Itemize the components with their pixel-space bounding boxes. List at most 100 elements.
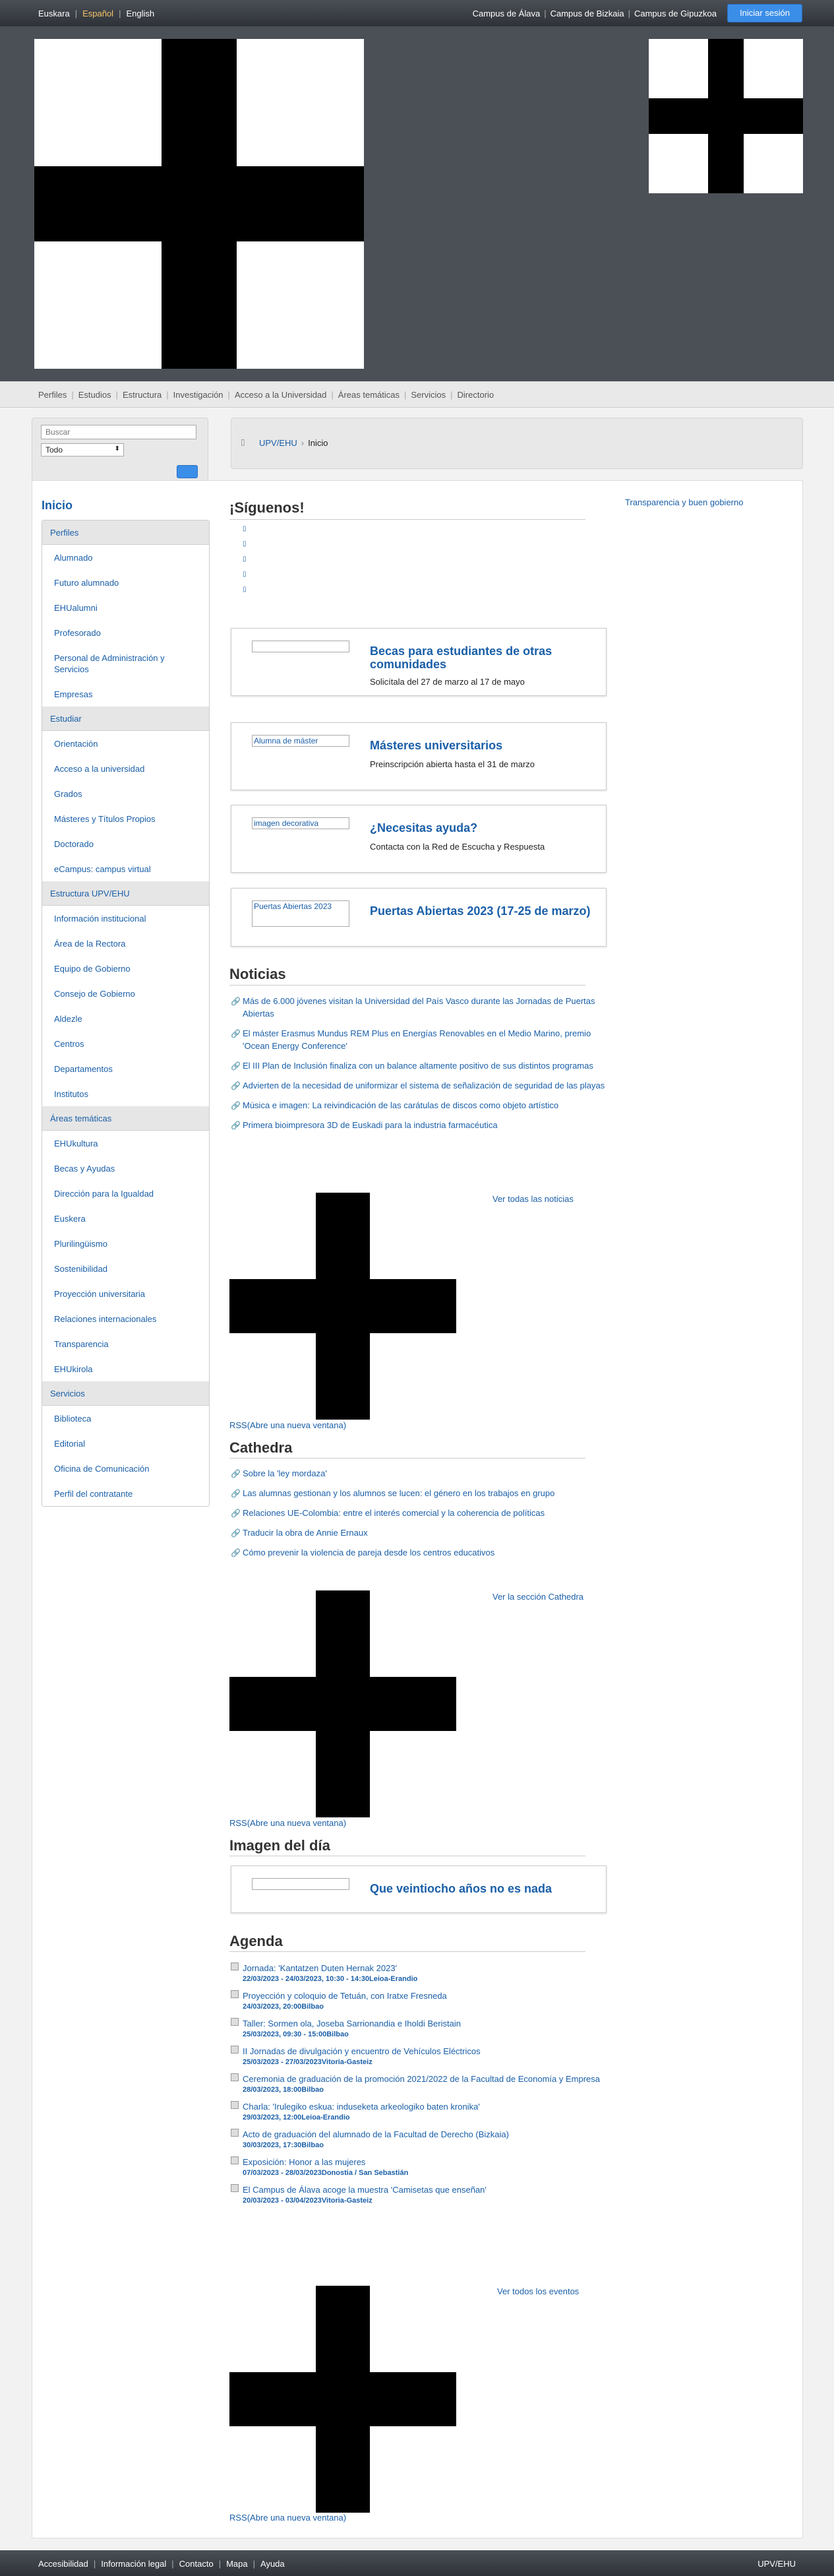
agenda-item-title[interactable]: Taller: Sormen ola, Joseba Sarrionandia … <box>243 2017 613 2030</box>
sidebar-item[interactable]: Información institucional <box>42 906 209 931</box>
agenda-item[interactable]: Ceremonia de graduación de la promoción … <box>231 2073 613 2094</box>
agenda-item[interactable]: Jornada: 'Kantatzen Duten Hernak 2023' 22… <box>231 1962 613 1984</box>
social-link-icon[interactable]: ▯ <box>243 586 247 594</box>
list-item[interactable]: 🔗 Relaciones UE-Colombia: entre el interé… <box>231 1507 613 1519</box>
sidebar-item[interactable]: Sostenibilidad <box>42 1256 209 1281</box>
sidebar-item[interactable]: Institutos <box>42 1081 209 1106</box>
menu-investigacion[interactable]: Investigación <box>173 390 223 400</box>
sidebar-item[interactable]: eCampus: campus virtual <box>42 856 209 881</box>
list-item[interactable]: 🔗 El máster Erasmus Mundus REM Plus en En… <box>231 1027 613 1052</box>
sidebar-item[interactable]: Doctorado <box>42 831 209 856</box>
sidebar-item[interactable]: Euskera <box>42 1206 209 1231</box>
footer-accesibilidad[interactable]: Accesibilidad <box>38 2559 88 2569</box>
menu-areas-tematicas[interactable]: Áreas temáticas <box>338 390 400 400</box>
menu-acceso[interactable]: Acceso a la Universidad <box>235 390 326 400</box>
sidebar-item[interactable]: Área de la Rectora <box>42 931 209 956</box>
agenda-rss-link[interactable]: RSS(Abre una nueva ventana) <box>229 2513 346 2523</box>
list-item[interactable]: 🔗 Primera bioimpresora 3D de Euskadi para… <box>231 1119 613 1131</box>
cathedra-rss-link[interactable]: RSS(Abre una nueva ventana) <box>229 1818 346 1828</box>
menu-servicios[interactable]: Servicios <box>411 390 446 400</box>
agenda-item-title[interactable]: Jornada: 'Kantatzen Duten Hernak 2023' <box>243 1962 613 1974</box>
list-item[interactable]: 🔗 Cómo prevenir la violencia de pareja de… <box>231 1546 613 1559</box>
agenda-item-title[interactable]: Charla: 'Irulegiko eskua: induseketa ark… <box>243 2100 613 2113</box>
agenda-item-title[interactable]: Proyección y coloquio de Tetuán, con Ira… <box>243 1990 613 2002</box>
sidebar-item[interactable]: Perfil del contratante <box>42 1481 209 1506</box>
menu-perfiles[interactable]: Perfiles <box>38 390 67 400</box>
see-cathedra-link[interactable]: Ver la sección Cathedra <box>492 1592 583 1602</box>
agenda-item[interactable]: Proyección y coloquio de Tetuán, con Ira… <box>231 1990 613 2011</box>
sidebar-item[interactable]: Oficina de Comunicación <box>42 1456 209 1481</box>
promo-card-becas[interactable]: Becas para estudiantes de otras comunida… <box>231 628 607 696</box>
list-item[interactable]: 🔗 Música e imagen: La reivindicación de l… <box>231 1099 613 1112</box>
left-nav-title[interactable]: Inicio <box>42 499 73 513</box>
sidebar-item[interactable]: Alumnado <box>42 545 209 570</box>
sidebar-item[interactable]: Biblioteca <box>42 1406 209 1431</box>
agenda-image[interactable] <box>229 2286 456 2513</box>
home-icon[interactable]: ▯ <box>241 437 245 447</box>
list-item[interactable]: 🔗 Más de 6.000 jóvenes visitan la Univers… <box>231 995 613 1020</box>
nav-group-header[interactable]: Servicios <box>42 1381 209 1406</box>
footer-ayuda[interactable]: Ayuda <box>260 2559 285 2569</box>
sidebar-item[interactable]: Orientación <box>42 731 209 756</box>
transparency-link[interactable]: Transparencia y buen gobierno <box>625 497 743 507</box>
sidebar-item[interactable]: Becas y Ayudas <box>42 1156 209 1181</box>
sidebar-item[interactable]: Grados <box>42 781 209 806</box>
see-all-news-link[interactable]: Ver todas las noticias <box>492 1194 574 1204</box>
sidebar-item[interactable]: Aldezle <box>42 1006 209 1031</box>
sidebar-item[interactable]: Centros <box>42 1031 209 1056</box>
agenda-item[interactable]: II Jornadas de divulgación y encuentro d… <box>231 2045 613 2067</box>
sidebar-item[interactable]: Consejo de Gobierno <box>42 981 209 1006</box>
agenda-item[interactable]: El Campus de Álava acoge la muestra 'Cam… <box>231 2183 613 2205</box>
university-logo-image[interactable] <box>34 39 364 369</box>
card-title[interactable]: Becas para estudiantes de otras comunida… <box>370 644 594 671</box>
agenda-item[interactable]: Exposición: Honor a las mujeres 07/03/202… <box>231 2156 613 2178</box>
promo-card-ayuda[interactable]: imagen decorativa ¿Necesitas ayuda? Cont… <box>231 805 607 873</box>
agenda-item-title[interactable]: Acto de graduación del alumnado de la Fa… <box>243 2128 613 2141</box>
agenda-item-title[interactable]: El Campus de Álava acoge la muestra 'Cam… <box>243 2183 613 2196</box>
footer-informacion-legal[interactable]: Información legal <box>101 2559 166 2569</box>
social-link-icon[interactable]: ▯ <box>243 525 247 534</box>
card-title[interactable]: ¿Necesitas ayuda? <box>370 821 594 834</box>
agenda-item[interactable]: Taller: Sormen ola, Joseba Sarrionandia … <box>231 2017 613 2039</box>
sidebar-item[interactable]: Relaciones internacionales <box>42 1306 209 1331</box>
news-rss-link[interactable]: RSS(Abre una nueva ventana) <box>229 1420 346 1430</box>
login-button[interactable]: Iniciar sesión <box>727 4 802 22</box>
image-of-day-card[interactable]: Que veintiocho años no es nada <box>231 1866 607 1913</box>
nav-group-header[interactable]: Áreas temáticas <box>42 1106 209 1131</box>
nav-group-header[interactable]: Estudiar <box>42 707 209 731</box>
list-item[interactable]: 🔗 Advierten de la necesidad de uniformiza… <box>231 1079 613 1092</box>
breadcrumb-root-link[interactable]: UPV/EHU <box>259 438 297 448</box>
search-button[interactable] <box>177 465 198 478</box>
sidebar-item[interactable]: Editorial <box>42 1431 209 1456</box>
social-link-icon[interactable]: ▯ <box>243 571 247 579</box>
sidebar-item[interactable]: Másteres y Títulos Propios <box>42 806 209 831</box>
lang-espanol[interactable]: Español <box>82 9 113 18</box>
see-all-events-link[interactable]: Ver todos los eventos <box>497 2286 579 2296</box>
secondary-logo-image[interactable] <box>649 39 803 193</box>
sidebar-item[interactable]: Profesorado <box>42 620 209 645</box>
list-item[interactable]: 🔗 El III Plan de Inclusión finaliza con u… <box>231 1059 613 1072</box>
lang-english[interactable]: English <box>126 9 154 18</box>
sidebar-item[interactable]: Dirección para la Igualdad <box>42 1181 209 1206</box>
search-input[interactable] <box>41 425 196 439</box>
sidebar-item[interactable]: Equipo de Gobierno <box>42 956 209 981</box>
sidebar-item[interactable]: Personal de Administración y Servicios <box>42 645 209 681</box>
sidebar-item[interactable]: Transparencia <box>42 1331 209 1356</box>
agenda-item-title[interactable]: Exposición: Honor a las mujeres <box>243 2156 613 2168</box>
sidebar-item[interactable]: Plurilingüismo <box>42 1231 209 1256</box>
promo-card-puertas-abiertas[interactable]: Puertas Abiertas 2023 Puertas Abiertas 2… <box>231 888 607 947</box>
list-item[interactable]: 🔗 Las alumnas gestionan y los alumnos se … <box>231 1487 613 1499</box>
campus-alava-link[interactable]: Campus de Álava <box>473 9 541 18</box>
agenda-item-title[interactable]: II Jornadas de divulgación y encuentro d… <box>243 2045 613 2058</box>
card-title[interactable]: Puertas Abiertas 2023 (17-25 de marzo) <box>370 904 594 918</box>
nav-group-header[interactable]: Perfiles <box>42 520 209 545</box>
lang-euskara[interactable]: Euskara <box>38 9 70 18</box>
list-item[interactable]: 🔗 Traducir la obra de Annie Ernaux <box>231 1526 613 1539</box>
sidebar-item[interactable]: EHUkirola <box>42 1356 209 1381</box>
list-item[interactable]: 🔗 Sobre la 'ley mordaza' <box>231 1467 613 1480</box>
sidebar-item[interactable]: Departamentos <box>42 1056 209 1081</box>
cathedra-image[interactable] <box>229 1590 456 1817</box>
menu-estudios[interactable]: Estudios <box>78 390 111 400</box>
sidebar-item[interactable]: Acceso a la universidad <box>42 756 209 781</box>
news-image[interactable] <box>229 1193 456 1420</box>
